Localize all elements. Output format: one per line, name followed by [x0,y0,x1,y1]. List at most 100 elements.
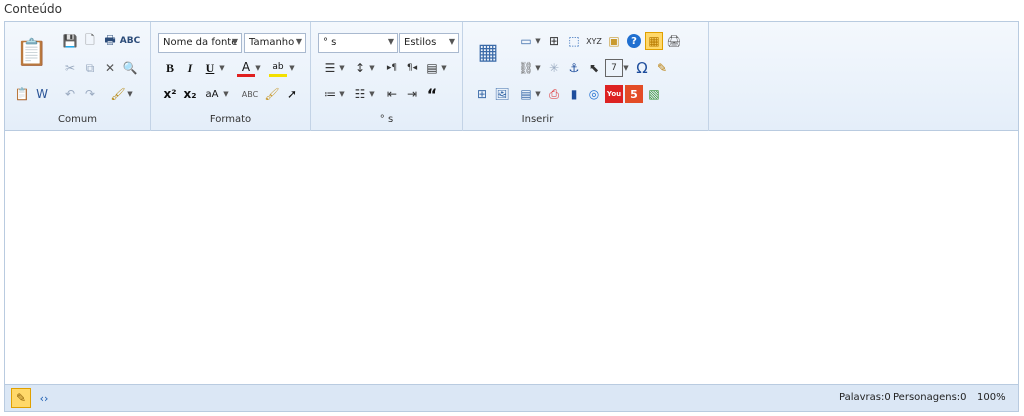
blockquote-icon[interactable]: “ [423,85,441,104]
bullet-list-dropdown-icon[interactable]: ▼ [369,85,375,103]
numbered-list-icon[interactable]: ≔ [321,85,339,103]
underline-dropdown-icon[interactable]: ▼ [219,59,225,77]
font-color-icon[interactable]: A [237,59,255,77]
underline-icon[interactable]: U [201,59,219,77]
font-size-select[interactable]: Tamanho ▼ [244,33,306,53]
align-dropdown-icon[interactable]: ▼ [339,59,345,77]
template-dropdown-icon[interactable]: ▼ [441,59,447,77]
template-manager-icon[interactable]: ⊞ [473,85,491,103]
copy-icon[interactable]: ⧉ [81,59,99,77]
line-height-dropdown-icon[interactable]: ▼ [369,59,375,77]
link-dropdown-icon[interactable]: ▼ [535,59,541,77]
unlink-icon[interactable]: ✳ [545,59,563,77]
zoom-level[interactable]: 100% [977,392,1006,403]
styles-value: Estilos [404,37,437,48]
group-title-inserir: Inserir [521,114,554,125]
design-mode-icon[interactable]: ✎ [11,388,31,408]
print-preview-icon[interactable]: 🖨 [665,32,683,50]
highlight-icon[interactable]: ab [269,59,287,77]
text-box-icon[interactable]: XYZ [585,32,603,50]
grid-icon[interactable]: ▦ [645,32,663,50]
ribbon-toolbar: 📋 💾 🗋 🖶 ABC ✂ ⧉ ✕ 🔍 📋 W ↶ ↷ 🖌 ▼ Comum No… [5,22,1018,131]
media-icon[interactable]: ▤ [517,85,535,103]
insert-table-icon[interactable]: ▦ [473,38,503,66]
editor-content-area[interactable] [5,132,1018,385]
font-size-value: Tamanho [249,37,295,48]
font-name-value: Nome da fonte [163,37,238,48]
insert-image-icon[interactable]: ▧ [645,85,663,103]
superscript-icon[interactable]: x² [161,85,179,103]
text-case-icon[interactable]: aA [203,85,221,103]
line-height-icon[interactable]: ↕ [351,59,369,77]
link-icon[interactable]: ⛓ [517,59,535,77]
redo-icon[interactable]: ↷ [81,85,99,103]
image-map-icon[interactable]: ▣ [605,32,623,50]
save-icon[interactable]: 💾 [61,32,79,50]
form-element-icon[interactable]: ▭ [517,32,535,50]
help-icon[interactable]: ? [627,34,641,48]
select-box-icon[interactable]: ⬚ [565,32,583,50]
paste-word-icon[interactable]: W [33,85,51,103]
group-title-paragrafo: ° s [379,114,394,125]
text-case-dropdown-icon[interactable]: ▼ [223,85,229,103]
cut-icon[interactable]: ✂ [61,59,79,77]
bullet-list-icon[interactable]: ☷ [351,85,369,103]
anchor-icon[interactable]: ⚓ [565,59,583,77]
select-pointer-icon[interactable]: ⬉ [585,59,603,77]
group-inserir: ▦ ▭ ▼ ⊞ ⬚ XYZ ▣ ? ▦ 🖨 ⛓ ▼ ✳ ⚓ ⬉ 7 ▼ Ω ✎ … [463,22,709,131]
numbered-list-dropdown-icon[interactable]: ▼ [339,85,345,103]
rtl-icon[interactable]: ¶◂ [403,59,421,77]
font-name-select[interactable]: Nome da fonte ▼ [158,33,242,53]
status-bar: ✎ ‹› Palavras:0 Personagens:0 100% [5,384,1018,411]
align-icon[interactable]: ☰ [321,59,339,77]
delete-icon[interactable]: ✕ [101,59,119,77]
clean-format-dropdown-icon[interactable]: ▼ [127,85,133,103]
html5-icon[interactable]: 5 [625,85,643,103]
select-cursor-icon[interactable]: ➚ [283,85,301,103]
image-icon[interactable]: 🖼 [493,85,511,103]
spelling-icon[interactable]: ABC [241,85,259,103]
paragraph-format-value: ° s [323,37,337,48]
video-icon[interactable]: ▮ [565,85,583,103]
paste-text-icon[interactable]: 📋 [13,85,31,103]
paste-icon[interactable]: 📋 [16,36,48,70]
youtube-icon[interactable]: You [605,85,623,103]
group-paragrafo: ° s ▼ Estilos ▼ ☰ ▼ ↕ ▼ ▸¶ ¶◂ ▤ ▼ ≔ ▼ ☷ … [311,22,463,131]
chevron-down-icon: ▼ [231,37,238,46]
table-cell-icon[interactable]: ⊞ [545,32,563,50]
format-painter-icon[interactable]: 🖌 [263,85,281,103]
group-title-comum: Comum [58,114,97,125]
group-comum: 📋 💾 🗋 🖶 ABC ✂ ⧉ ✕ 🔍 📋 W ↶ ↷ 🖌 ▼ Comum [5,22,151,131]
snippet-icon[interactable]: ✎ [653,59,671,77]
highlight-dropdown-icon[interactable]: ▼ [289,59,295,77]
template-icon[interactable]: ▤ [423,59,441,77]
ltr-icon[interactable]: ▸¶ [383,59,401,77]
bold-icon[interactable]: B [161,59,179,77]
date-dropdown-icon[interactable]: ▼ [623,59,629,77]
indent-icon[interactable]: ⇥ [403,85,421,103]
rich-text-editor: 📋 💾 🗋 🖶 ABC ✂ ⧉ ✕ 🔍 📋 W ↶ ↷ 🖌 ▼ Comum No… [4,21,1019,412]
word-count: Palavras:0 [839,392,891,403]
spellcheck-icon[interactable]: ABC [120,32,140,50]
font-color-dropdown-icon[interactable]: ▼ [255,59,261,77]
html-mode-icon[interactable]: ‹› [34,388,54,408]
field-label: Conteúdo [4,2,62,16]
paragraph-format-select[interactable]: ° s ▼ [318,33,398,53]
form-element-dropdown-icon[interactable]: ▼ [535,32,541,50]
pdf-icon[interactable]: ⎙ [545,85,563,103]
subscript-icon[interactable]: x₂ [181,85,199,103]
date-icon[interactable]: 7 [605,59,623,77]
styles-select[interactable]: Estilos ▼ [399,33,459,53]
outdent-icon[interactable]: ⇤ [383,85,401,103]
undo-icon[interactable]: ↶ [61,85,79,103]
clean-format-icon[interactable]: 🖌 [109,85,127,103]
italic-icon[interactable]: I [181,59,199,77]
new-document-icon[interactable]: 🗋 [81,32,99,50]
special-char-icon[interactable]: Ω [633,59,651,77]
print-icon[interactable]: 🖶 [101,32,119,50]
find-icon[interactable]: 🔍 [121,59,139,77]
chevron-down-icon: ▼ [387,37,394,46]
group-title-formato: Formato [209,114,252,125]
flash-icon[interactable]: ◎ [585,85,603,103]
media-dropdown-icon[interactable]: ▼ [535,85,541,103]
